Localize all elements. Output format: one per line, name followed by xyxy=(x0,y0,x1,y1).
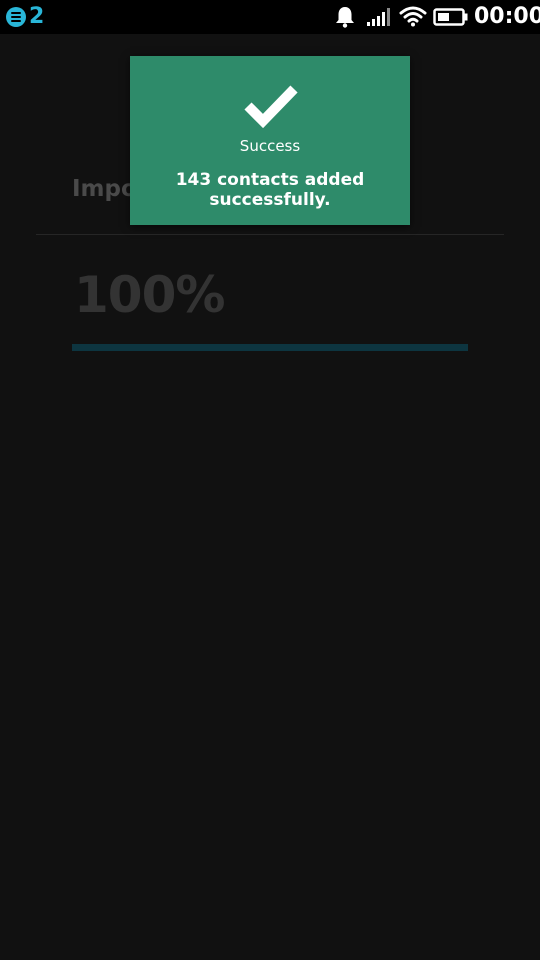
bell-icon xyxy=(336,7,354,28)
import-title: Impo xyxy=(72,176,137,202)
clock: 00:00 xyxy=(474,4,540,29)
checkmark-icon xyxy=(244,85,298,128)
battery-icon xyxy=(433,8,468,26)
progress-bar-fill xyxy=(72,344,468,351)
wifi-icon xyxy=(399,6,427,27)
progress-bar xyxy=(72,344,468,351)
toast-message: 143 contacts added successfully. xyxy=(175,170,365,210)
progress-percent: 100% xyxy=(74,266,225,324)
divider xyxy=(36,234,504,235)
status-bar: 2 00:00 xyxy=(0,0,540,34)
notification-count: 2 xyxy=(29,4,45,29)
toast-title: Success xyxy=(239,137,301,155)
signal-icon xyxy=(367,8,390,26)
notifications-icon[interactable] xyxy=(6,7,26,27)
success-toast: Success 143 contacts added successfully. xyxy=(130,56,410,225)
